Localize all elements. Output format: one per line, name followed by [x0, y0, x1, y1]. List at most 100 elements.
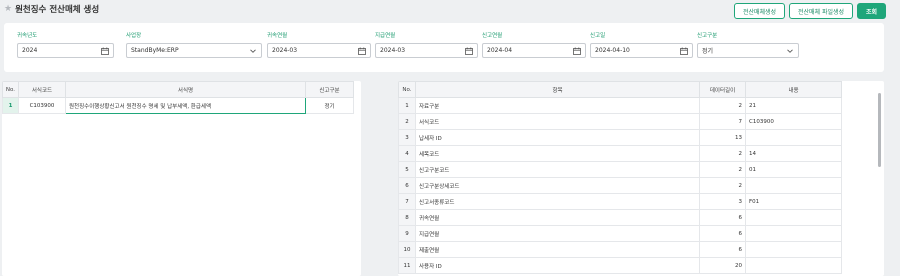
item-cell[interactable]: 세목코드 — [415, 145, 700, 162]
table-row[interactable]: 5 신고구분코드 2 01 — [398, 161, 842, 178]
filter-value: 2024-04 — [487, 47, 513, 54]
content-cell[interactable] — [745, 129, 842, 146]
row-number: 7 — [398, 193, 416, 210]
form-name-cell[interactable]: 원천징수이행상황신고서 원천징수 명세 및 납부세액, 환급세액 — [65, 97, 306, 114]
item-cell[interactable]: 신고구분상세코드 — [415, 177, 700, 194]
table-row[interactable]: 1 자료구분 2 21 — [398, 97, 842, 114]
column-header[interactable]: 데이터길이 — [699, 81, 746, 98]
item-cell[interactable]: 서식코드 — [415, 113, 700, 130]
page-title: 원천징수 전산매체 생성 — [15, 5, 100, 15]
table-row[interactable]: 2 서식코드 7 C103900 — [398, 113, 842, 130]
row-number: 5 — [398, 161, 416, 178]
year-input[interactable]: 2024 — [17, 43, 114, 58]
row-number: 11 — [398, 257, 416, 274]
content-cell[interactable]: 21 — [745, 97, 842, 114]
attribution-month-input[interactable]: 2024-03 — [267, 43, 371, 58]
table-row[interactable]: 8 귀속연월 6 — [398, 209, 842, 226]
row-number: 1 — [398, 97, 416, 114]
filter-value: 2024-03 — [380, 47, 406, 54]
column-header[interactable]: 항목 — [415, 81, 700, 98]
filter-label: 신고일 — [590, 33, 606, 39]
calendar-icon[interactable] — [358, 47, 366, 55]
row-number: 3 — [398, 129, 416, 146]
table-row[interactable]: 6 신고구분상세코드 2 — [398, 177, 842, 194]
table-row[interactable]: 7 신고서종류코드 3 F01 — [398, 193, 842, 210]
table-row[interactable]: 4 세목코드 2 14 — [398, 145, 842, 162]
vertical-scrollbar[interactable] — [878, 93, 881, 167]
content-cell[interactable] — [745, 257, 842, 274]
item-cell[interactable]: 지급연월 — [415, 225, 700, 242]
length-cell[interactable]: 13 — [699, 129, 746, 146]
table-row[interactable]: 1 C103900 원천징수이행상황신고서 원천징수 명세 및 납부세액, 환급… — [2, 97, 354, 114]
form-code-cell[interactable]: C103900 — [18, 97, 66, 114]
column-header[interactable]: 내용 — [745, 81, 842, 98]
table-row[interactable]: 10 제출연월 6 — [398, 241, 842, 258]
table-header-row: No. 항목 데이터길이 내용 — [398, 81, 842, 98]
item-cell[interactable]: 신고구분코드 — [415, 161, 700, 178]
length-cell[interactable]: 2 — [699, 97, 746, 114]
calendar-icon[interactable] — [680, 47, 688, 55]
length-cell[interactable]: 2 — [699, 161, 746, 178]
calendar-icon[interactable] — [465, 47, 473, 55]
table-row[interactable]: 9 지급연월 6 — [398, 225, 842, 242]
filter-label: 신고구분 — [697, 33, 718, 39]
length-cell[interactable]: 6 — [699, 209, 746, 226]
length-cell[interactable]: 20 — [699, 257, 746, 274]
create-media-button[interactable]: 전산매체생성 — [734, 3, 785, 19]
chevron-down-icon[interactable] — [249, 47, 257, 55]
content-cell[interactable]: F01 — [745, 193, 842, 210]
row-number: 4 — [398, 145, 416, 162]
table-row[interactable]: 11 사용자 ID 20 — [398, 257, 842, 274]
content-cell[interactable] — [745, 209, 842, 226]
column-header[interactable]: 서식코드 — [18, 81, 66, 98]
table-header-row: No. 서식코드 서식명 신고구분 — [2, 81, 354, 98]
calendar-icon[interactable] — [101, 47, 109, 55]
content-cell[interactable] — [745, 241, 842, 258]
item-detail-panel: No. 항목 데이터길이 내용 1 자료구분 2 21 2 서식코드 7 C103900 3… — [398, 81, 884, 276]
length-cell[interactable]: 6 — [699, 241, 746, 258]
form-list-table: No. 서식코드 서식명 신고구분 1 C103900 원천징수이행상황신고서 … — [2, 81, 354, 114]
row-number: 10 — [398, 241, 416, 258]
report-month-input[interactable]: 2024-04 — [482, 43, 586, 58]
payment-month-input[interactable]: 2024-03 — [375, 43, 478, 58]
content-cell[interactable]: C103900 — [745, 113, 842, 130]
filter-panel: 귀속년도 2024 사업장 StandByMe:ERP 귀속연월 2024-03… — [4, 23, 884, 72]
chevron-down-icon[interactable] — [786, 47, 794, 55]
search-button[interactable]: 조회 — [857, 3, 886, 19]
report-type-cell[interactable]: 정기 — [305, 97, 354, 114]
calendar-icon[interactable] — [573, 47, 581, 55]
column-header[interactable]: No. — [2, 81, 19, 98]
favorite-star-icon[interactable]: ★ — [4, 4, 12, 14]
content-cell[interactable] — [745, 177, 842, 194]
table-row[interactable]: 3 납세자 ID 13 — [398, 129, 842, 146]
item-cell[interactable]: 자료구분 — [415, 97, 700, 114]
filter-label: 귀속연월 — [267, 33, 288, 39]
column-header[interactable]: 신고구분 — [305, 81, 354, 98]
item-cell[interactable]: 신고서종류코드 — [415, 193, 700, 210]
item-cell[interactable]: 제출연월 — [415, 241, 700, 258]
content-cell[interactable]: 14 — [745, 145, 842, 162]
column-header[interactable]: 서식명 — [65, 81, 306, 98]
report-date-input[interactable]: 2024-04-10 — [590, 43, 693, 58]
filter-label: 지급연월 — [375, 33, 396, 39]
title-row: ★ 원천징수 전산매체 생성 — [4, 3, 99, 15]
form-list-panel: No. 서식코드 서식명 신고구분 1 C103900 원천징수이행상황신고서 … — [2, 81, 361, 276]
content-cell[interactable] — [745, 225, 842, 242]
filter-value: StandByMe:ERP — [131, 47, 179, 54]
length-cell[interactable]: 2 — [699, 177, 746, 194]
report-type-select[interactable]: 정기 — [697, 43, 799, 58]
length-cell[interactable]: 6 — [699, 225, 746, 242]
length-cell[interactable]: 3 — [699, 193, 746, 210]
row-number: 8 — [398, 209, 416, 226]
column-header[interactable]: No. — [398, 81, 416, 98]
workplace-select[interactable]: StandByMe:ERP — [126, 43, 262, 58]
item-cell[interactable]: 납세자 ID — [415, 129, 700, 146]
length-cell[interactable]: 7 — [699, 113, 746, 130]
filter-value: 2024-04-10 — [595, 47, 630, 54]
create-media-file-button[interactable]: 전산매체 파일생성 — [789, 3, 853, 19]
content-cell[interactable]: 01 — [745, 161, 842, 178]
item-cell[interactable]: 귀속연월 — [415, 209, 700, 226]
length-cell[interactable]: 2 — [699, 145, 746, 162]
row-number: 2 — [398, 113, 416, 130]
item-cell[interactable]: 사용자 ID — [415, 257, 700, 274]
